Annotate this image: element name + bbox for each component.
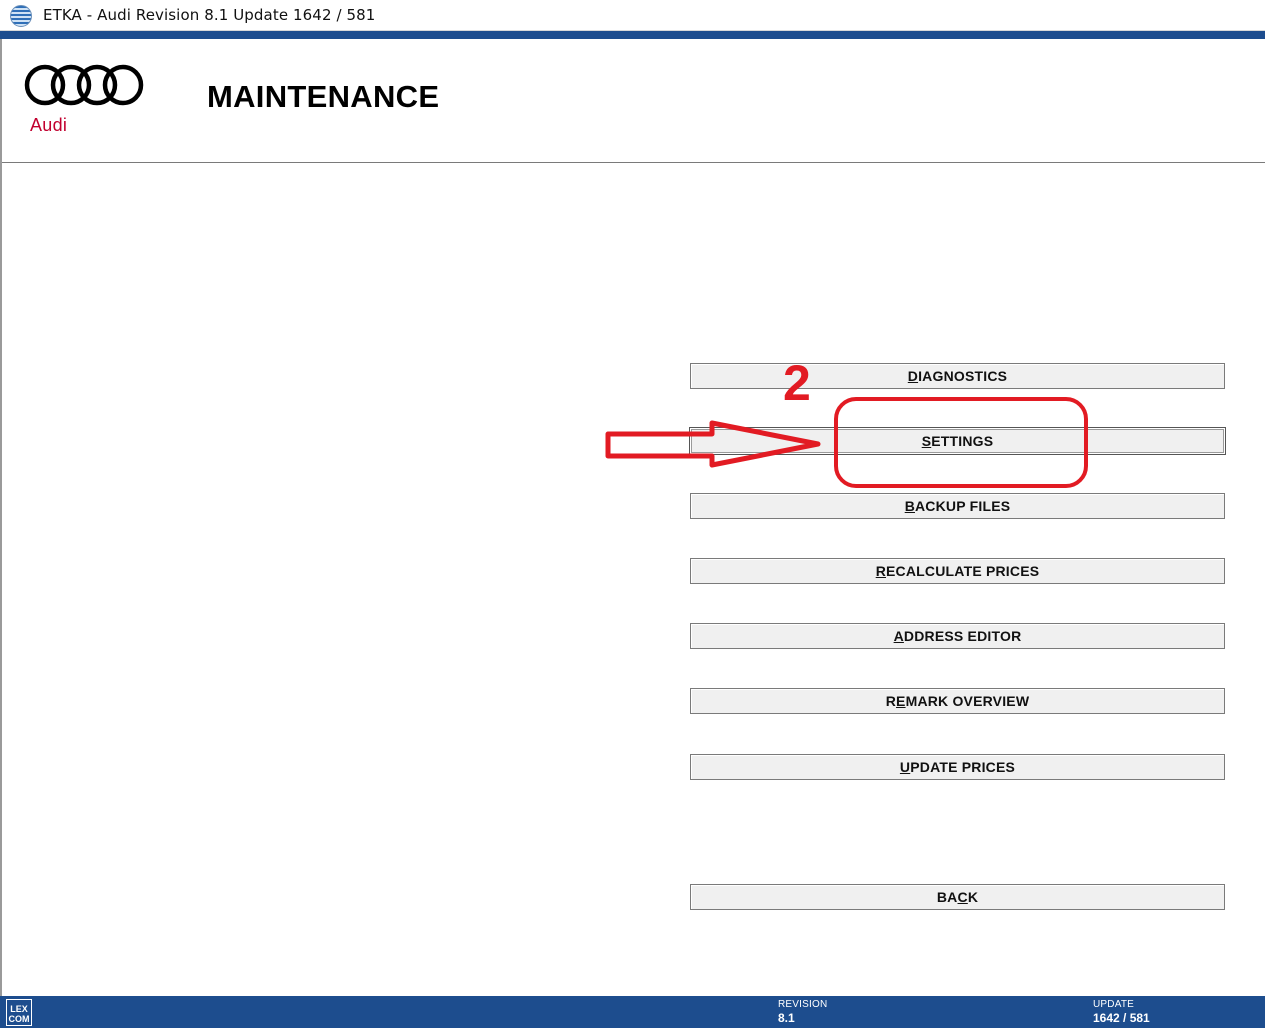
update-prices-button[interactable]: U PDATE PRICES	[690, 754, 1225, 780]
lexcom-logo-line1: LEX	[10, 1004, 28, 1014]
button-label-prefix: BA	[936, 889, 958, 905]
button-label: K	[967, 889, 979, 905]
window-title: ETKA - Audi Revision 8.1 Update 1642 / 5…	[43, 6, 376, 24]
diagnostics-button[interactable]: D IAGNOSTICS	[690, 363, 1225, 389]
button-hotkey: A	[893, 628, 904, 644]
revision-label: REVISION	[778, 999, 828, 1010]
audi-rings-icon	[24, 64, 144, 106]
button-hotkey: B	[904, 498, 915, 514]
button-label: PDATE PRICES	[910, 759, 1016, 775]
backup-files-button[interactable]: B ACKUP FILES	[690, 493, 1225, 519]
button-hotkey: R	[875, 563, 887, 579]
page-header: Audi MAINTENANCE	[2, 39, 1265, 163]
lexcom-logo: LEX COM	[6, 999, 32, 1026]
status-bar: LEX COM REVISION 8.1 UPDATE 1642 / 581	[0, 996, 1265, 1028]
button-label: MARK OVERVIEW	[905, 693, 1030, 709]
settings-button[interactable]: S ETTINGS	[689, 427, 1226, 455]
button-label: DDRESS EDITOR	[903, 628, 1022, 644]
address-editor-button[interactable]: A DDRESS EDITOR	[690, 623, 1225, 649]
lexcom-logo-line2: COM	[8, 1014, 30, 1024]
audi-wordmark: Audi	[30, 115, 68, 135]
left-border	[0, 39, 2, 996]
header-accent-strip	[0, 31, 1265, 39]
update-info: UPDATE 1642 / 581	[1093, 999, 1150, 1026]
update-label: UPDATE	[1093, 999, 1135, 1010]
button-label-prefix: R	[885, 693, 897, 709]
button-hotkey: D	[907, 368, 919, 384]
button-hotkey: E	[896, 693, 906, 709]
button-hotkey: U	[899, 759, 911, 775]
annotation-step-number: 2	[783, 355, 811, 411]
globe-icon	[10, 5, 32, 27]
button-label: ETTINGS	[931, 433, 994, 449]
recalculate-prices-button[interactable]: R ECALCULATE PRICES	[690, 558, 1225, 584]
revision-value: 8.1	[778, 1011, 795, 1025]
button-label: ECALCULATE PRICES	[886, 563, 1040, 579]
page-title: MAINTENANCE	[207, 79, 440, 114]
audi-logo: Audi	[24, 63, 149, 153]
button-label: ACKUP FILES	[915, 498, 1011, 514]
button-hotkey: S	[921, 433, 932, 449]
button-label: IAGNOSTICS	[918, 368, 1008, 384]
update-value: 1642 / 581	[1093, 1011, 1150, 1025]
revision-info: REVISION 8.1	[778, 999, 827, 1026]
button-hotkey: C	[957, 889, 968, 905]
remark-overview-button[interactable]: R E MARK OVERVIEW	[690, 688, 1225, 714]
back-button[interactable]: BA C K	[690, 884, 1225, 910]
window-titlebar[interactable]: ETKA - Audi Revision 8.1 Update 1642 / 5…	[0, 0, 1265, 31]
